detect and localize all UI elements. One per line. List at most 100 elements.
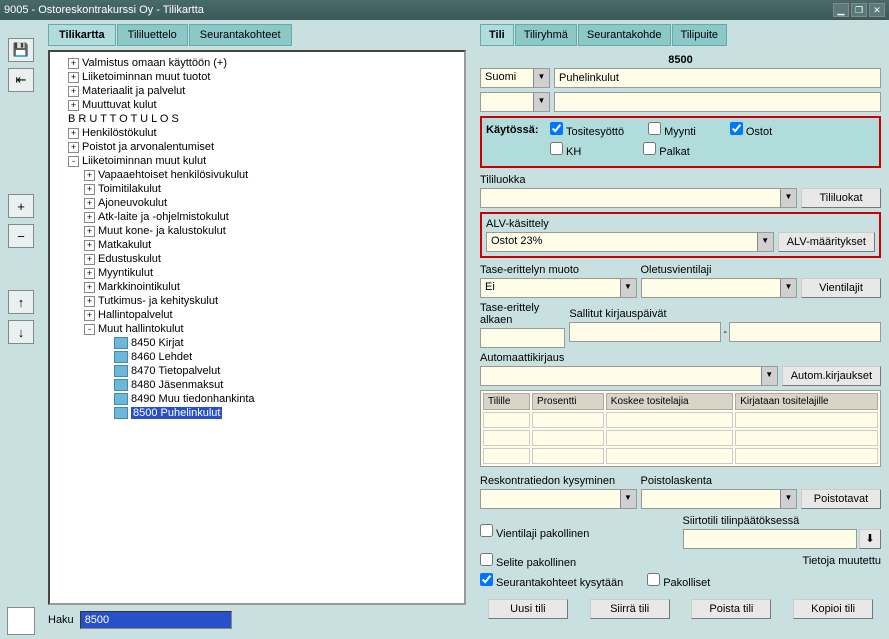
tree-toggle-icon[interactable]: +	[84, 282, 95, 293]
tab-tililuettelo[interactable]: Tililuettelo	[117, 24, 188, 46]
tree-node[interactable]: +Materiaalit ja palvelut	[52, 84, 462, 98]
kopioi-tili-button[interactable]: Kopioi tili	[793, 599, 873, 619]
poista-tili-button[interactable]: Poista tili	[691, 599, 771, 619]
tab-tilikartta[interactable]: Tilikartta	[48, 24, 116, 46]
maximize-button[interactable]: ❐	[851, 3, 867, 17]
tree-node[interactable]: 8490 Muu tiedonhankinta	[52, 392, 462, 406]
tree-node[interactable]: 8460 Lehdet	[52, 350, 462, 364]
table-row[interactable]	[483, 448, 878, 464]
alv-select[interactable]: Ostot 23%▼	[486, 232, 774, 252]
tase-alkaen-input[interactable]	[480, 328, 565, 348]
tree-toggle-icon[interactable]: +	[84, 212, 95, 223]
save-icon[interactable]: 💾	[8, 38, 34, 62]
chk-pakolliset[interactable]: Pakolliset	[647, 573, 710, 589]
tree-node[interactable]: +Vapaaehtoiset henkilösivukulut	[52, 168, 462, 182]
tree-node[interactable]: 8450 Kirjat	[52, 336, 462, 350]
tree-toggle-icon[interactable]: +	[84, 226, 95, 237]
tree-node[interactable]: 8480 Jäsenmaksut	[52, 378, 462, 392]
chk-ostot[interactable]: Ostot	[730, 122, 772, 138]
tree-node[interactable]: +Ajoneuvokulut	[52, 196, 462, 210]
minus-button[interactable]: −	[8, 224, 34, 248]
tab-seurantakohde[interactable]: Seurantakohde	[578, 24, 671, 46]
minimize-button[interactable]: ▁	[833, 3, 849, 17]
chk-tositesyotto[interactable]: Tositesyöttö	[550, 122, 624, 138]
reskontra-select[interactable]: ▼	[480, 489, 637, 509]
chk-kh[interactable]: KH	[550, 142, 581, 158]
tree-toggle-icon[interactable]: +	[68, 86, 79, 97]
search-input[interactable]	[80, 611, 232, 629]
tree-toggle-icon[interactable]: +	[68, 128, 79, 139]
tree-toggle-icon[interactable]: +	[84, 184, 95, 195]
tree-toggle-icon[interactable]: +	[84, 198, 95, 209]
chk-seurantakohteet-kysytaan[interactable]: Seurantakohteet kysytään	[480, 573, 623, 589]
sallitut-from-input[interactable]	[569, 322, 721, 342]
tab-tilipuite[interactable]: Tilipuite	[672, 24, 728, 46]
down-arrow-button[interactable]: ↓	[8, 320, 34, 344]
poistotavat-button[interactable]: Poistotavat	[801, 489, 881, 509]
tab-seurantakohteet[interactable]: Seurantakohteet	[189, 24, 292, 46]
tree-node[interactable]: +Hallintopalvelut	[52, 308, 462, 322]
chk-vientilaji-pakollinen[interactable]: Vientilaji pakollinen	[480, 524, 679, 540]
table-row[interactable]	[483, 430, 878, 446]
tree-toggle-icon[interactable]: +	[68, 142, 79, 153]
tree-node[interactable]: -Muut hallintokulut	[52, 322, 462, 336]
language-select-2[interactable]: ▼	[480, 92, 550, 112]
tree-node[interactable]: +Henkilöstökulut	[52, 126, 462, 140]
tree-node[interactable]: +Poistot ja arvonalentumiset	[52, 140, 462, 154]
autom-kirjaukset-button[interactable]: Autom.kirjaukset	[782, 366, 881, 386]
language-select[interactable]: Suomi▼	[480, 68, 550, 88]
tree-toggle-icon[interactable]: -	[84, 324, 95, 335]
chk-selite-pakollinen[interactable]: Selite pakollinen	[480, 553, 679, 569]
tree-node[interactable]: 8470 Tietopalvelut	[52, 364, 462, 378]
tree-node[interactable]: +Edustuskulut	[52, 252, 462, 266]
chk-myynti[interactable]: Myynti	[648, 122, 696, 138]
tree-node[interactable]: +Liiketoiminnan muut tuotot	[52, 70, 462, 84]
account-name-input-2[interactable]	[554, 92, 881, 112]
tree-node[interactable]: +Matkakulut	[52, 238, 462, 252]
tree-toggle-icon[interactable]: +	[84, 296, 95, 307]
tree-node[interactable]: +Valmistus omaan käyttöön (+)	[52, 56, 462, 70]
sallitut-to-input[interactable]	[729, 322, 881, 342]
siirtotili-input[interactable]	[683, 529, 858, 549]
oletusvientilaji-select[interactable]: ▼	[641, 278, 798, 298]
account-name-input[interactable]	[554, 68, 881, 88]
automaattikirjaus-select[interactable]: ▼	[480, 366, 778, 386]
tree-toggle-icon[interactable]: +	[84, 170, 95, 181]
tree-node[interactable]: +Myyntikulut	[52, 266, 462, 280]
tree-node[interactable]: +Muuttuvat kulut	[52, 98, 462, 112]
tililuokat-button[interactable]: Tililuokat	[801, 188, 881, 208]
vientilajit-button[interactable]: Vientilajit	[801, 278, 881, 298]
exit-icon[interactable]: ⇤	[8, 68, 34, 92]
tree-toggle-icon[interactable]: +	[68, 72, 79, 83]
alv-maaritykset-button[interactable]: ALV-määritykset	[778, 232, 875, 252]
tree-toggle-icon[interactable]: -	[68, 156, 79, 167]
uusi-tili-button[interactable]: Uusi tili	[488, 599, 568, 619]
up-arrow-button[interactable]: ↑	[8, 290, 34, 314]
tree-node[interactable]: +Markkinointikulut	[52, 280, 462, 294]
table-row[interactable]	[483, 412, 878, 428]
tree-toggle-icon[interactable]: +	[84, 268, 95, 279]
tab-tili[interactable]: Tili	[480, 24, 514, 46]
tase-muoto-select[interactable]: Ei▼	[480, 278, 637, 298]
tab-tiliryhma[interactable]: Tiliryhmä	[515, 24, 577, 46]
tree-node[interactable]: +Muut kone- ja kalustokulut	[52, 224, 462, 238]
account-tree[interactable]: +Valmistus omaan käyttöön (+)+Liiketoimi…	[48, 50, 466, 605]
tree-toggle-icon[interactable]: +	[84, 240, 95, 251]
tree-node[interactable]: B R U T T O T U L O S	[52, 112, 462, 126]
poistolaskenta-select[interactable]: ▼	[641, 489, 798, 509]
siirtotili-lookup-button[interactable]: ⬇	[859, 529, 881, 549]
tree-toggle-icon[interactable]: +	[68, 100, 79, 111]
tililuokka-select[interactable]: ▼	[480, 188, 797, 208]
plus-button[interactable]: +	[8, 194, 34, 218]
tree-node[interactable]: +Atk-laite ja -ohjelmistokulut	[52, 210, 462, 224]
tree-toggle-icon[interactable]: +	[84, 310, 95, 321]
close-button[interactable]: ✕	[869, 3, 885, 17]
tree-node[interactable]: +Toimitilakulut	[52, 182, 462, 196]
tree-toggle-icon[interactable]: +	[84, 254, 95, 265]
chk-palkat[interactable]: Palkat	[643, 142, 690, 158]
tree-toggle-icon[interactable]: +	[68, 58, 79, 69]
tree-node[interactable]: +Tutkimus- ja kehityskulut	[52, 294, 462, 308]
tree-node[interactable]: 8500 Puhelinkulut	[52, 406, 462, 420]
siirra-tili-button[interactable]: Siirrä tili	[590, 599, 670, 619]
tree-node[interactable]: -Liiketoiminnan muut kulut	[52, 154, 462, 168]
